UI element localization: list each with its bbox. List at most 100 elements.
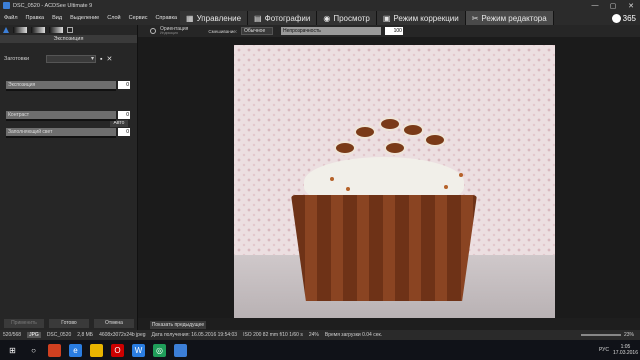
menu-help[interactable]: Справка (155, 15, 177, 21)
show-previous-button[interactable]: Показать предыдущее (150, 321, 206, 329)
apply-button[interactable]: Применить (4, 319, 44, 328)
slider-track[interactable] (6, 136, 116, 138)
bead (444, 185, 448, 189)
opera-icon[interactable]: O (111, 343, 124, 357)
status-bar: 520/568 JPG DSC_0520 2,8 МБ 4608x3072x24… (0, 330, 640, 340)
window-controls: — ▢ ✕ (586, 0, 640, 11)
zoom-display[interactable]: 23% (624, 332, 634, 338)
cinnamon-roll (379, 117, 401, 131)
system-tray: РУС 1:05 17.03.2016 (599, 340, 638, 360)
image-index: 520/568 (3, 332, 22, 338)
file-name: DSC_0520 (46, 332, 72, 338)
slider-label: Экспозиция (6, 81, 116, 89)
tool-row (0, 25, 137, 35)
contrast-slider[interactable]: Контраст 0 (6, 111, 130, 121)
cinnamon-roll (402, 123, 424, 137)
capture-date: Дата получения: 16.05.2016 19:54:03 (151, 332, 238, 338)
menu-selection[interactable]: Выделение (70, 15, 99, 21)
bead (346, 187, 350, 191)
cinnamon-roll (354, 125, 376, 139)
menu-tools[interactable]: Сервис (129, 15, 148, 21)
slider-value[interactable]: 0 (118, 81, 130, 89)
square-icon[interactable] (67, 27, 73, 33)
edit-subtoolbar: Ориентация Индикация Смешивание: Обычное … (138, 25, 640, 37)
gradient-icon[interactable] (31, 27, 45, 33)
title-bar: DSC_0520 - ACDSee Ultimate 9 — ▢ ✕ (0, 0, 640, 11)
clock[interactable]: 1:05 17.03.2016 (613, 344, 638, 356)
cinnamon-roll (334, 141, 356, 155)
slider-track[interactable] (6, 89, 116, 91)
bead (459, 173, 463, 177)
tab-view[interactable]: ◉ Просмотр (317, 11, 377, 25)
search-icon[interactable]: ○ (27, 344, 40, 357)
language-indicator[interactable]: РУС (599, 347, 609, 353)
maximize-button[interactable]: ▢ (604, 0, 622, 11)
presets-select[interactable] (46, 55, 96, 63)
image-dimensions: 4608x3072x24b jpeg (99, 332, 146, 338)
presets-row: Заготовки ▪ ✕ (4, 55, 112, 63)
mode-tabs: ▦ Управление ▤ Фотографии ◉ Просмотр ▣ Режим… (180, 11, 554, 25)
section-header-exposure: Экспозиция (0, 35, 137, 43)
panel-buttons: Применить Готово Отмена (0, 318, 138, 329)
orientation-icon[interactable] (150, 28, 156, 34)
eye-icon: ◉ (323, 13, 331, 23)
gradient-icon[interactable] (13, 27, 27, 33)
zoom-control[interactable]: 23% (580, 332, 634, 338)
develop-icon: ▣ (382, 13, 391, 23)
photo-cupcake (234, 45, 555, 318)
opacity-value[interactable]: 100 (384, 27, 403, 35)
load-time: Время загрузки 0.04 сек. (324, 332, 383, 338)
chrome-icon[interactable]: ◎ (153, 343, 166, 357)
app-icon[interactable] (48, 343, 61, 357)
slider-label: Контраст (6, 111, 116, 119)
warning-icon[interactable] (3, 27, 9, 33)
word-icon[interactable]: W (132, 343, 145, 357)
zoom-percent: 24% (308, 332, 319, 338)
menu-file[interactable]: Файл (4, 15, 18, 21)
image-canvas[interactable] (138, 37, 640, 318)
minimize-button[interactable]: — (586, 0, 604, 11)
taskbar: ⊞ ○ e O W ◎ (0, 340, 640, 360)
blend-label: Смешивание: (208, 28, 237, 34)
zoom-slider[interactable] (580, 334, 621, 336)
start-icon[interactable]: ⊞ (6, 344, 19, 357)
menu-view[interactable]: Вид (52, 15, 62, 21)
slider-track[interactable] (6, 119, 116, 121)
cancel-button[interactable]: Отмена (94, 319, 134, 328)
tab-photos[interactable]: ▤ Фотографии (248, 11, 318, 25)
fill-light-slider[interactable]: Заполняющий свет 0 (6, 128, 130, 138)
close-button[interactable]: ✕ (622, 0, 640, 11)
opacity-slider[interactable]: Непрозрачность (280, 27, 381, 35)
edge-icon[interactable]: e (69, 343, 82, 357)
bead (330, 177, 334, 181)
tab-365[interactable]: 365 (611, 11, 636, 25)
tab-develop[interactable]: ▣ Режим коррекции (376, 11, 466, 25)
gradient-icon[interactable] (49, 27, 63, 33)
exposure-slider[interactable]: Экспозиция 0 (6, 81, 130, 91)
tools-icon[interactable]: ✕ (106, 55, 112, 63)
grid-icon: ▦ (186, 13, 194, 23)
cupcake-base (291, 195, 477, 301)
window-title: DSC_0520 - ACDSee Ultimate 9 (13, 2, 93, 9)
cinnamon-roll (424, 133, 446, 147)
orientation-label[interactable]: Ориентация Индикация (160, 27, 188, 36)
blend-select[interactable]: Обычное (240, 27, 273, 35)
acdsee-taskbar-icon[interactable] (174, 343, 187, 357)
acdsee-app-icon (3, 2, 10, 9)
slider-label: Заполняющий свет (6, 128, 116, 136)
slider-value[interactable]: 0 (118, 111, 130, 119)
folder-icon[interactable] (90, 343, 103, 357)
cloud-365-icon (611, 13, 621, 23)
slider-value[interactable]: 0 (118, 128, 130, 136)
save-icon[interactable]: ▪ (100, 56, 102, 63)
done-button[interactable]: Готово (49, 319, 89, 328)
file-size: 2,8 МБ (77, 332, 94, 338)
left-panel: Экспозиция Заготовки ▪ ✕ Экспозиция 0 Ав… (0, 25, 138, 330)
menu-layer[interactable]: Слой (107, 15, 120, 21)
tab-edit[interactable]: ✂ Режим редактора (465, 11, 554, 25)
cinnamon-roll (384, 141, 406, 155)
auto-button[interactable]: Авто (110, 120, 128, 127)
presets-label: Заготовки (4, 56, 30, 62)
tab-manage[interactable]: ▦ Управление (180, 11, 249, 25)
menu-edit[interactable]: Правка (26, 15, 45, 21)
